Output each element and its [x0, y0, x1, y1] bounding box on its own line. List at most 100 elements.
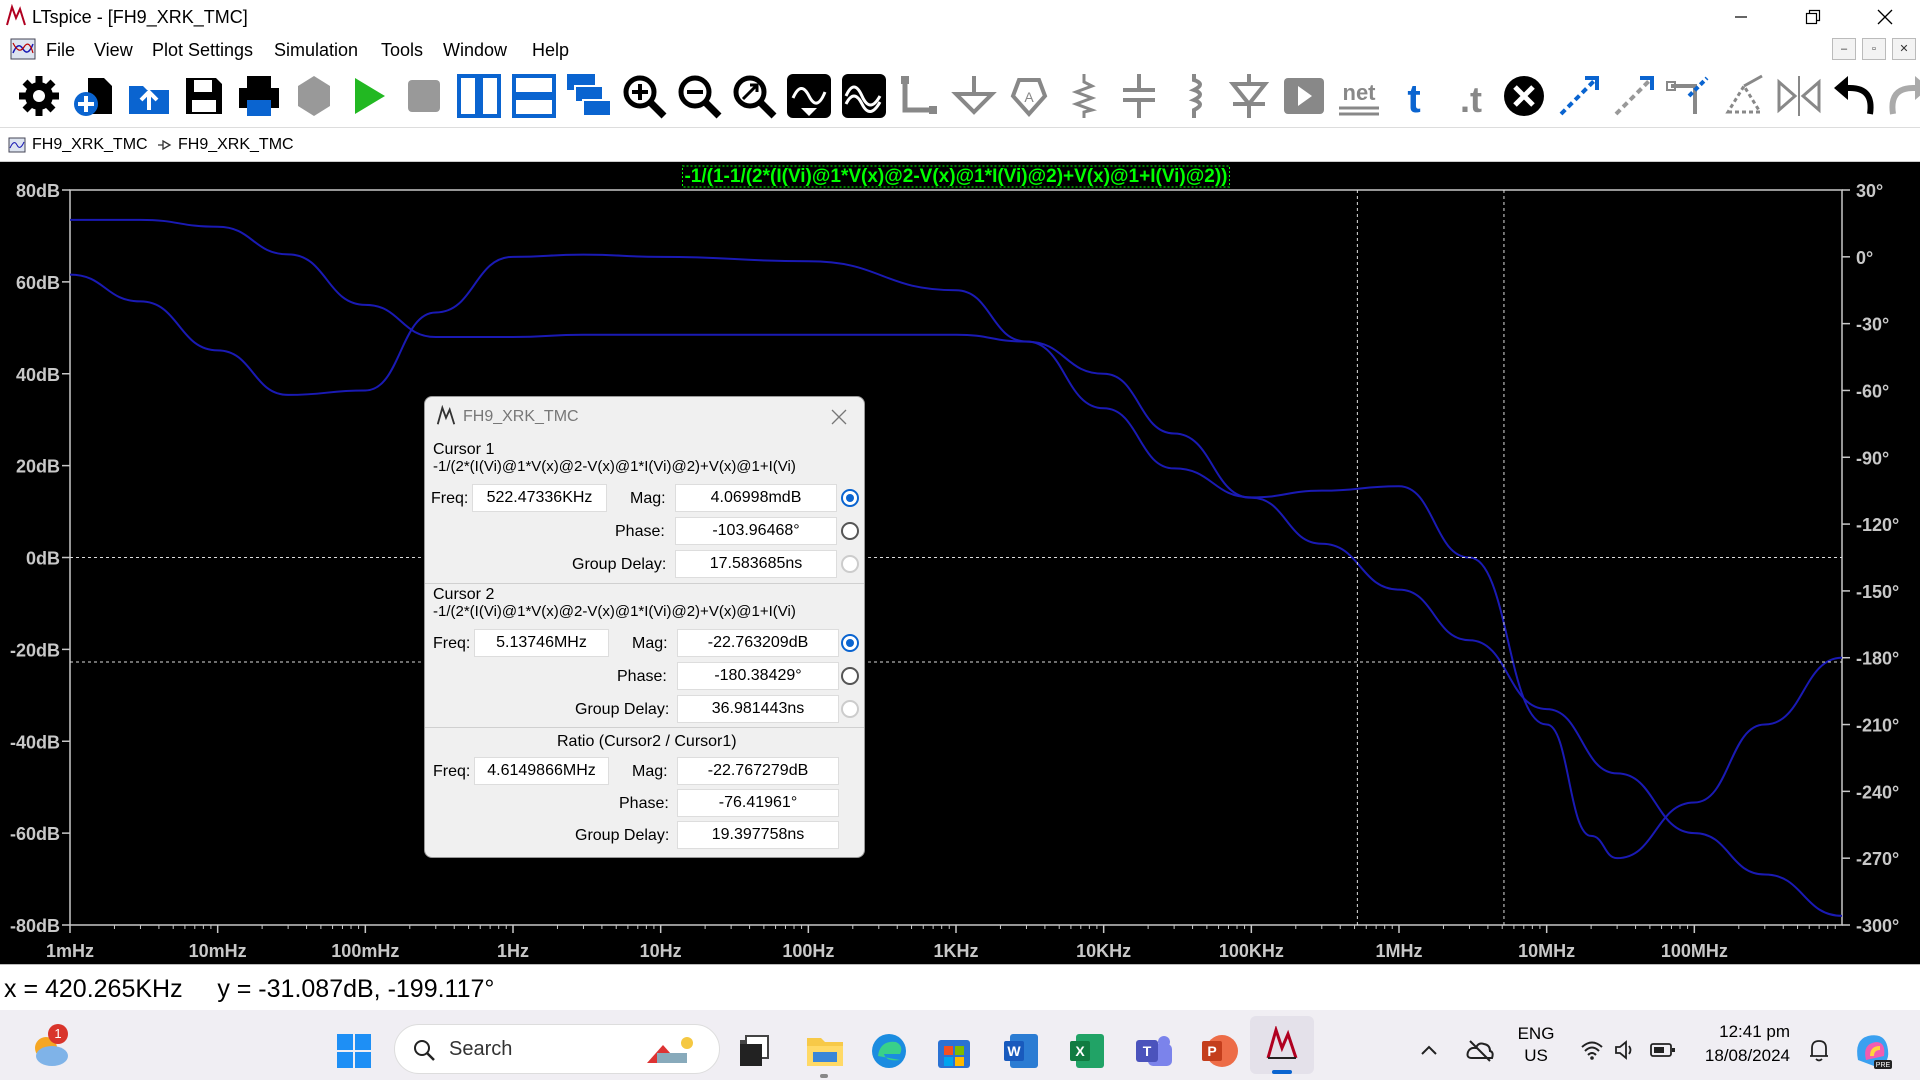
cursor2-phase-field: -180.38429°	[677, 662, 839, 690]
x-tick-label: 1MHz	[1375, 941, 1422, 961]
copilot-icon[interactable]: PRE	[1852, 1030, 1894, 1070]
close-button[interactable]	[1856, 0, 1914, 34]
new-schematic-icon[interactable]	[70, 72, 118, 120]
settings-icon[interactable]	[15, 72, 63, 120]
mdi-restore-button[interactable]: ▫	[1862, 38, 1886, 60]
menu-simulation[interactable]: Simulation	[274, 40, 358, 61]
capacitor-icon[interactable]	[1115, 72, 1163, 120]
tile-horizontal-icon[interactable]	[510, 72, 558, 120]
region-label[interactable]: US	[1516, 1046, 1556, 1066]
duplicate-icon[interactable]	[1555, 72, 1603, 120]
run-icon[interactable]	[345, 72, 393, 120]
menu-file[interactable]: File	[46, 40, 75, 61]
mdi-minimize-button[interactable]: –	[1832, 38, 1856, 60]
tab-waveform[interactable]: FH9_XRK_TMC	[8, 132, 148, 158]
cursor1-mag-radio[interactable]	[841, 489, 859, 507]
bode-plot-svg[interactable]: 1mHz 10mHz 100mHz 1Hz 10Hz 100Hz 1KHz 10KHz 100K…	[0, 162, 1920, 964]
cursor2-freq-field[interactable]: 5.13746MHz	[474, 629, 609, 657]
cursor1-phase-radio[interactable]	[841, 522, 859, 540]
notification-bell-icon[interactable]	[1808, 1038, 1830, 1062]
cursor1-gd-radio[interactable]	[841, 555, 859, 573]
store-icon[interactable]	[936, 1032, 972, 1070]
taskbar-search[interactable]: Search	[394, 1024, 720, 1074]
menu-help[interactable]: Help	[532, 40, 569, 61]
edge-icon[interactable]	[870, 1032, 908, 1070]
y-right-tick-label: -210°	[1856, 716, 1899, 736]
save-icon[interactable]	[180, 72, 228, 120]
text-icon[interactable]: t	[1390, 72, 1438, 120]
label-icon[interactable]: A	[1005, 72, 1053, 120]
tile-vertical-icon[interactable]	[455, 72, 503, 120]
mdi-close-button[interactable]: ✕	[1892, 38, 1916, 60]
y-left-tick-label: -60dB	[10, 824, 60, 844]
waveform-menu-icon[interactable]	[10, 38, 36, 60]
y-left-tick-label: -40dB	[10, 732, 60, 752]
redo-icon[interactable]	[1885, 72, 1920, 120]
cursor1-phase-label: Phase:	[615, 523, 665, 540]
menu-view[interactable]: View	[94, 40, 133, 61]
svg-text:t: t	[1407, 77, 1420, 120]
restore-icon	[1805, 9, 1821, 25]
ltspice-taskbar-button[interactable]	[1250, 1016, 1314, 1074]
resistor-icon[interactable]	[1060, 72, 1108, 120]
mirror-icon[interactable]	[1775, 72, 1823, 120]
cascade-icon[interactable]	[565, 72, 613, 120]
cursor2-gd-radio[interactable]	[841, 700, 859, 718]
halt-icon[interactable]	[290, 72, 338, 120]
y-right-tick-label: -120°	[1856, 515, 1899, 535]
dialog-title: FH9_XRK_TMC	[463, 408, 579, 425]
menu-tools[interactable]: Tools	[381, 40, 423, 61]
rotate-icon[interactable]	[1720, 72, 1768, 120]
svg-text:PRE: PRE	[1876, 1062, 1891, 1069]
cursor-dialog[interactable]: FH9_XRK_TMC Cursor 1 -1/(2*(I(Vi)@1*V(x)…	[424, 396, 865, 858]
start-icon[interactable]	[336, 1033, 372, 1069]
waveform-icon[interactable]	[840, 72, 888, 120]
autorange-icon[interactable]	[785, 72, 833, 120]
zoom-fit-icon[interactable]	[730, 72, 778, 120]
task-view-icon[interactable]	[738, 1034, 772, 1068]
menu-window[interactable]: Window	[443, 40, 507, 61]
volume-icon[interactable]	[1614, 1040, 1636, 1060]
powerpoint-icon[interactable]: P	[1200, 1032, 1238, 1070]
open-icon[interactable]	[125, 72, 173, 120]
language-label[interactable]: ENG	[1516, 1024, 1556, 1044]
zoom-in-icon[interactable]	[620, 72, 668, 120]
y-right-tick-label: 30°	[1856, 181, 1883, 201]
undo-icon[interactable]	[1830, 72, 1878, 120]
chevron-up-icon[interactable]	[1420, 1044, 1438, 1056]
teams-icon[interactable]: T	[1134, 1032, 1174, 1070]
inductor-icon[interactable]	[1170, 72, 1218, 120]
stop-icon[interactable]	[400, 72, 448, 120]
wire-icon[interactable]	[895, 72, 943, 120]
menu-plot-settings[interactable]: Plot Settings	[152, 40, 253, 61]
tab-schematic[interactable]: FH9_XRK_TMC	[156, 132, 294, 158]
clock-time[interactable]: 12:41 pm	[1690, 1022, 1790, 1042]
waveform-plot[interactable]: 1mHz 10mHz 100mHz 1Hz 10Hz 100Hz 1KHz 10KHz 100K…	[0, 162, 1920, 964]
file-explorer-icon[interactable]	[805, 1032, 845, 1068]
delete-icon[interactable]	[1500, 72, 1548, 120]
battery-icon[interactable]	[1650, 1042, 1676, 1058]
word-icon[interactable]: W	[1002, 1032, 1040, 1070]
cursor2-expression: -1/(2*(I(Vi)@1*V(x)@2-V(x)@1*I(Vi)@2)+V(…	[433, 603, 796, 620]
drag-icon[interactable]	[1665, 72, 1713, 120]
spice-directive-icon[interactable]: .t	[1445, 72, 1493, 120]
restore-button[interactable]	[1784, 0, 1842, 34]
trace-label[interactable]: -1/(1-1/(2*(I(Vi)@1*V(x)@2-V(x)@1*I(Vi)@…	[684, 166, 1227, 187]
zoom-out-icon[interactable]	[675, 72, 723, 120]
cursor2-phase-radio[interactable]	[841, 667, 859, 685]
component-icon[interactable]	[1280, 72, 1328, 120]
move-icon[interactable]	[1610, 72, 1658, 120]
minimize-button[interactable]	[1712, 0, 1770, 34]
diode-icon[interactable]	[1225, 72, 1273, 120]
dialog-close-icon[interactable]	[831, 409, 847, 425]
ground-icon[interactable]	[950, 72, 998, 120]
excel-icon[interactable]: X	[1068, 1032, 1106, 1070]
status-bar: x = 420.265KHz y = -31.087dB, -199.117°	[0, 964, 1920, 1010]
wifi-icon[interactable]	[1580, 1040, 1604, 1060]
clock-date[interactable]: 18/08/2024	[1690, 1046, 1790, 1066]
onedrive-icon[interactable]	[1466, 1038, 1494, 1062]
cursor2-mag-radio[interactable]	[841, 634, 859, 652]
cursor1-freq-field[interactable]: 522.47336KHz	[472, 484, 607, 512]
netlist-icon[interactable]: net	[1335, 72, 1383, 120]
print-icon[interactable]	[235, 72, 283, 120]
